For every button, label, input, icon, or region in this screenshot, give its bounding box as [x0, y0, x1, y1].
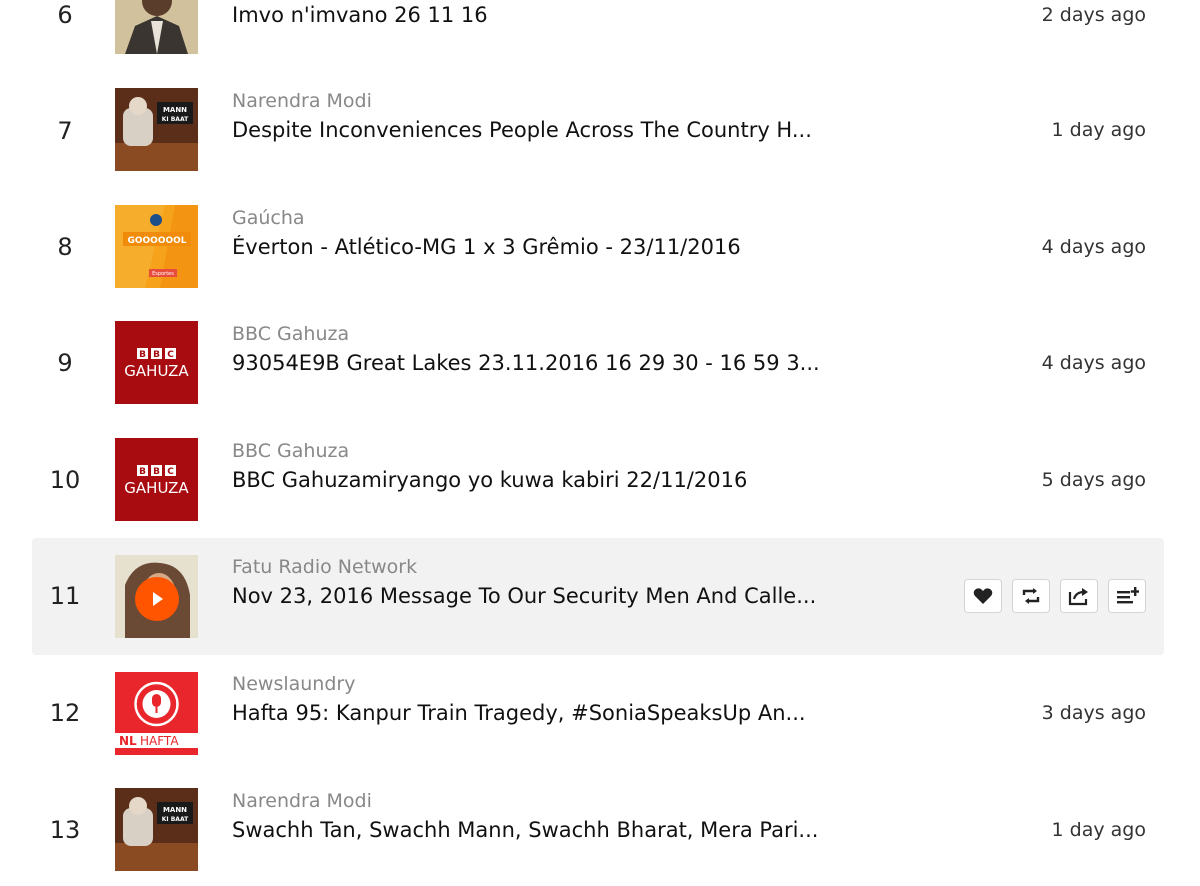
svg-text:MANN: MANN [163, 106, 187, 114]
track-title[interactable]: Éverton - Atlético-MG 1 x 3 Grêmio - 23/… [232, 235, 741, 259]
mann-ki-baat-artwork[interactable]: MANN KI BAAT [115, 88, 198, 171]
svg-text:B: B [153, 350, 160, 360]
track-rank: 10 [49, 466, 81, 494]
track-title[interactable]: Nov 23, 2016 Message To Our Security Men… [232, 584, 816, 608]
track-user[interactable]: Gaúcha [232, 207, 305, 229]
track-time: 4 days ago [1041, 352, 1146, 374]
bbc-gahuza-artwork[interactable]: B B C GAHUZA [115, 438, 198, 521]
like-button[interactable] [964, 579, 1002, 613]
track-user[interactable]: Narendra Modi [232, 790, 372, 812]
track-user[interactable]: Newslaundry [232, 673, 355, 695]
svg-text:KI BAAT: KI BAAT [162, 816, 189, 823]
track-rank: 6 [57, 1, 73, 29]
track-time: 4 days ago [1041, 236, 1146, 258]
track-row[interactable]: 10 B B C GAHUZA BBC Gahuza BBC Gahuzamir… [32, 421, 1164, 538]
track-time: 2 days ago [1041, 4, 1146, 26]
track-title[interactable]: BBC Gahuzamiryango yo kuwa kabiri 22/11/… [232, 468, 747, 492]
track-user[interactable]: BBC Gahuza [232, 323, 349, 345]
svg-text:GAHUZA: GAHUZA [124, 362, 189, 380]
track-row[interactable]: 9 B B C GAHUZA BBC Gahuza 93054E9B Great… [32, 305, 1164, 422]
track-row-hovered[interactable]: 11 Fatu Radio Network Nov 23, 2016 Messa… [32, 538, 1164, 655]
heart-icon [973, 588, 993, 604]
play-icon [153, 592, 163, 606]
track-time: 5 days ago [1041, 469, 1146, 491]
track-rank: 7 [57, 117, 73, 145]
track-title[interactable]: Swachh Tan, Swachh Mann, Swachh Bharat, … [232, 818, 818, 842]
track-time: 1 day ago [1051, 819, 1146, 841]
track-rank: 11 [49, 582, 81, 610]
goooool-artwork[interactable]: GOOOOOOL Esportes [115, 205, 198, 288]
track-title[interactable]: Despite Inconveniences People Across The… [232, 118, 812, 142]
add-to-playlist-icon [1117, 587, 1139, 604]
track-title[interactable]: Hafta 95: Kanpur Train Tragedy, #SoniaSp… [232, 701, 806, 725]
svg-text:B: B [139, 467, 146, 477]
svg-text:Esportes: Esportes [152, 271, 174, 277]
track-row[interactable]: 6 Imvo n'imvano 26 11 16 2 days ago [32, 0, 1164, 71]
svg-text:HAFTA: HAFTA [140, 734, 179, 748]
track-row[interactable]: 12 NL HAFTA Newslaundry Hafta 95: Kanpur… [32, 655, 1164, 772]
track-row[interactable]: 7 MANN KI BAAT Narendra Modi Despite Inc… [32, 71, 1164, 188]
person-photo-artwork[interactable] [115, 0, 198, 54]
track-rank: 13 [49, 816, 81, 844]
track-user[interactable]: Narendra Modi [232, 90, 372, 112]
track-user[interactable]: Fatu Radio Network [232, 556, 417, 578]
svg-text:B: B [139, 350, 146, 360]
repost-icon [1022, 588, 1040, 604]
svg-text:C: C [167, 350, 174, 360]
svg-text:GOOOOOOL: GOOOOOOL [127, 236, 186, 246]
track-rank: 9 [57, 349, 73, 377]
track-row[interactable]: 8 GOOOOOOL Esportes Gaúcha Éverton - Atl… [32, 188, 1164, 305]
track-row[interactable]: 13 MANN KI BAAT Narendra Modi Swachh Tan… [32, 772, 1164, 886]
bbc-gahuza-artwork[interactable]: B B C GAHUZA [115, 321, 198, 404]
track-time: 3 days ago [1041, 702, 1146, 724]
track-time: 1 day ago [1051, 119, 1146, 141]
svg-text:GAHUZA: GAHUZA [124, 479, 189, 497]
track-actions [964, 579, 1146, 613]
svg-text:B: B [153, 467, 160, 477]
track-title[interactable]: Imvo n'imvano 26 11 16 [232, 3, 488, 27]
share-icon [1068, 588, 1088, 606]
track-title[interactable]: 93054E9B Great Lakes 23.11.2016 16 29 30… [232, 351, 820, 375]
svg-text:KI BAAT: KI BAAT [162, 116, 189, 123]
repost-button[interactable] [1012, 579, 1050, 613]
nl-hafta-artwork[interactable]: NL HAFTA [115, 672, 198, 755]
play-button[interactable] [135, 577, 179, 621]
track-rank: 12 [49, 699, 81, 727]
add-to-playlist-button[interactable] [1108, 579, 1146, 613]
share-button[interactable] [1060, 579, 1098, 613]
svg-text:C: C [167, 467, 174, 477]
fatu-radio-artwork[interactable] [115, 555, 198, 638]
track-user[interactable]: BBC Gahuza [232, 440, 349, 462]
track-rank: 8 [57, 233, 73, 261]
mann-ki-baat-artwork[interactable]: MANN KI BAAT [115, 788, 198, 871]
chart-track-list: 6 Imvo n'imvano 26 11 16 2 days ago 7 MA… [0, 0, 1200, 886]
svg-text:NL: NL [119, 734, 137, 748]
svg-text:MANN: MANN [163, 806, 187, 814]
